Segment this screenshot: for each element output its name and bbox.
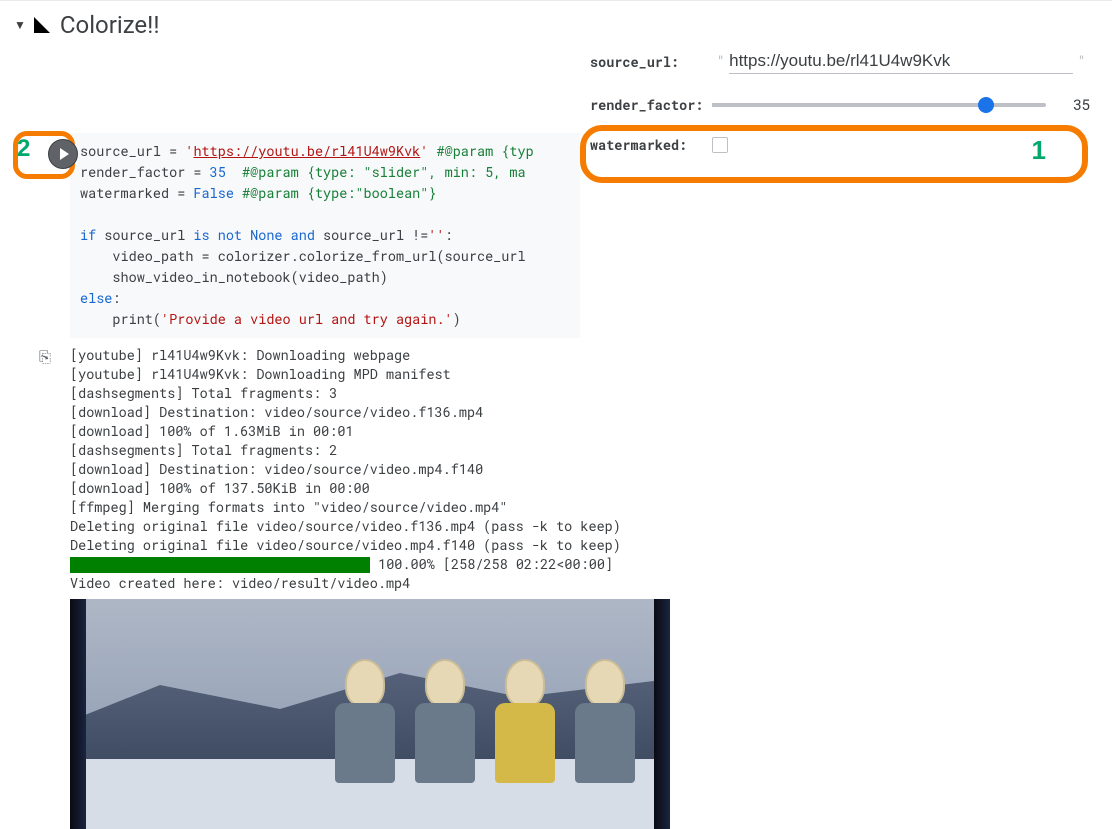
annotation-highlight-1 bbox=[580, 125, 1088, 183]
code-editor[interactable]: source_url = 'https://youtu.be/rl41U4w9K… bbox=[70, 133, 580, 338]
annotation-marker-1: 1 bbox=[1032, 135, 1046, 166]
source-url-input[interactable] bbox=[729, 49, 1073, 74]
section-title: Colorize!! bbox=[60, 11, 160, 39]
quote-icon: " bbox=[712, 52, 729, 71]
progress-bar bbox=[70, 557, 370, 573]
render-factor-label: render_factor: bbox=[590, 96, 712, 114]
render-factor-slider[interactable] bbox=[712, 103, 1046, 107]
output-expand-icon[interactable]: ⎘ bbox=[39, 348, 51, 366]
annotation-marker-2: 2 bbox=[17, 135, 30, 163]
cell-output: [youtube] rl41U4w9Kvk: Downloading webpa… bbox=[70, 338, 580, 593]
quote-icon: " bbox=[1073, 52, 1090, 71]
source-url-label: source_url: bbox=[590, 53, 712, 71]
collapse-section-icon[interactable]: ▼ bbox=[14, 18, 26, 32]
render-factor-value: 35 bbox=[1060, 96, 1090, 114]
run-cell-button[interactable] bbox=[48, 139, 78, 169]
signal-icon bbox=[34, 17, 50, 33]
